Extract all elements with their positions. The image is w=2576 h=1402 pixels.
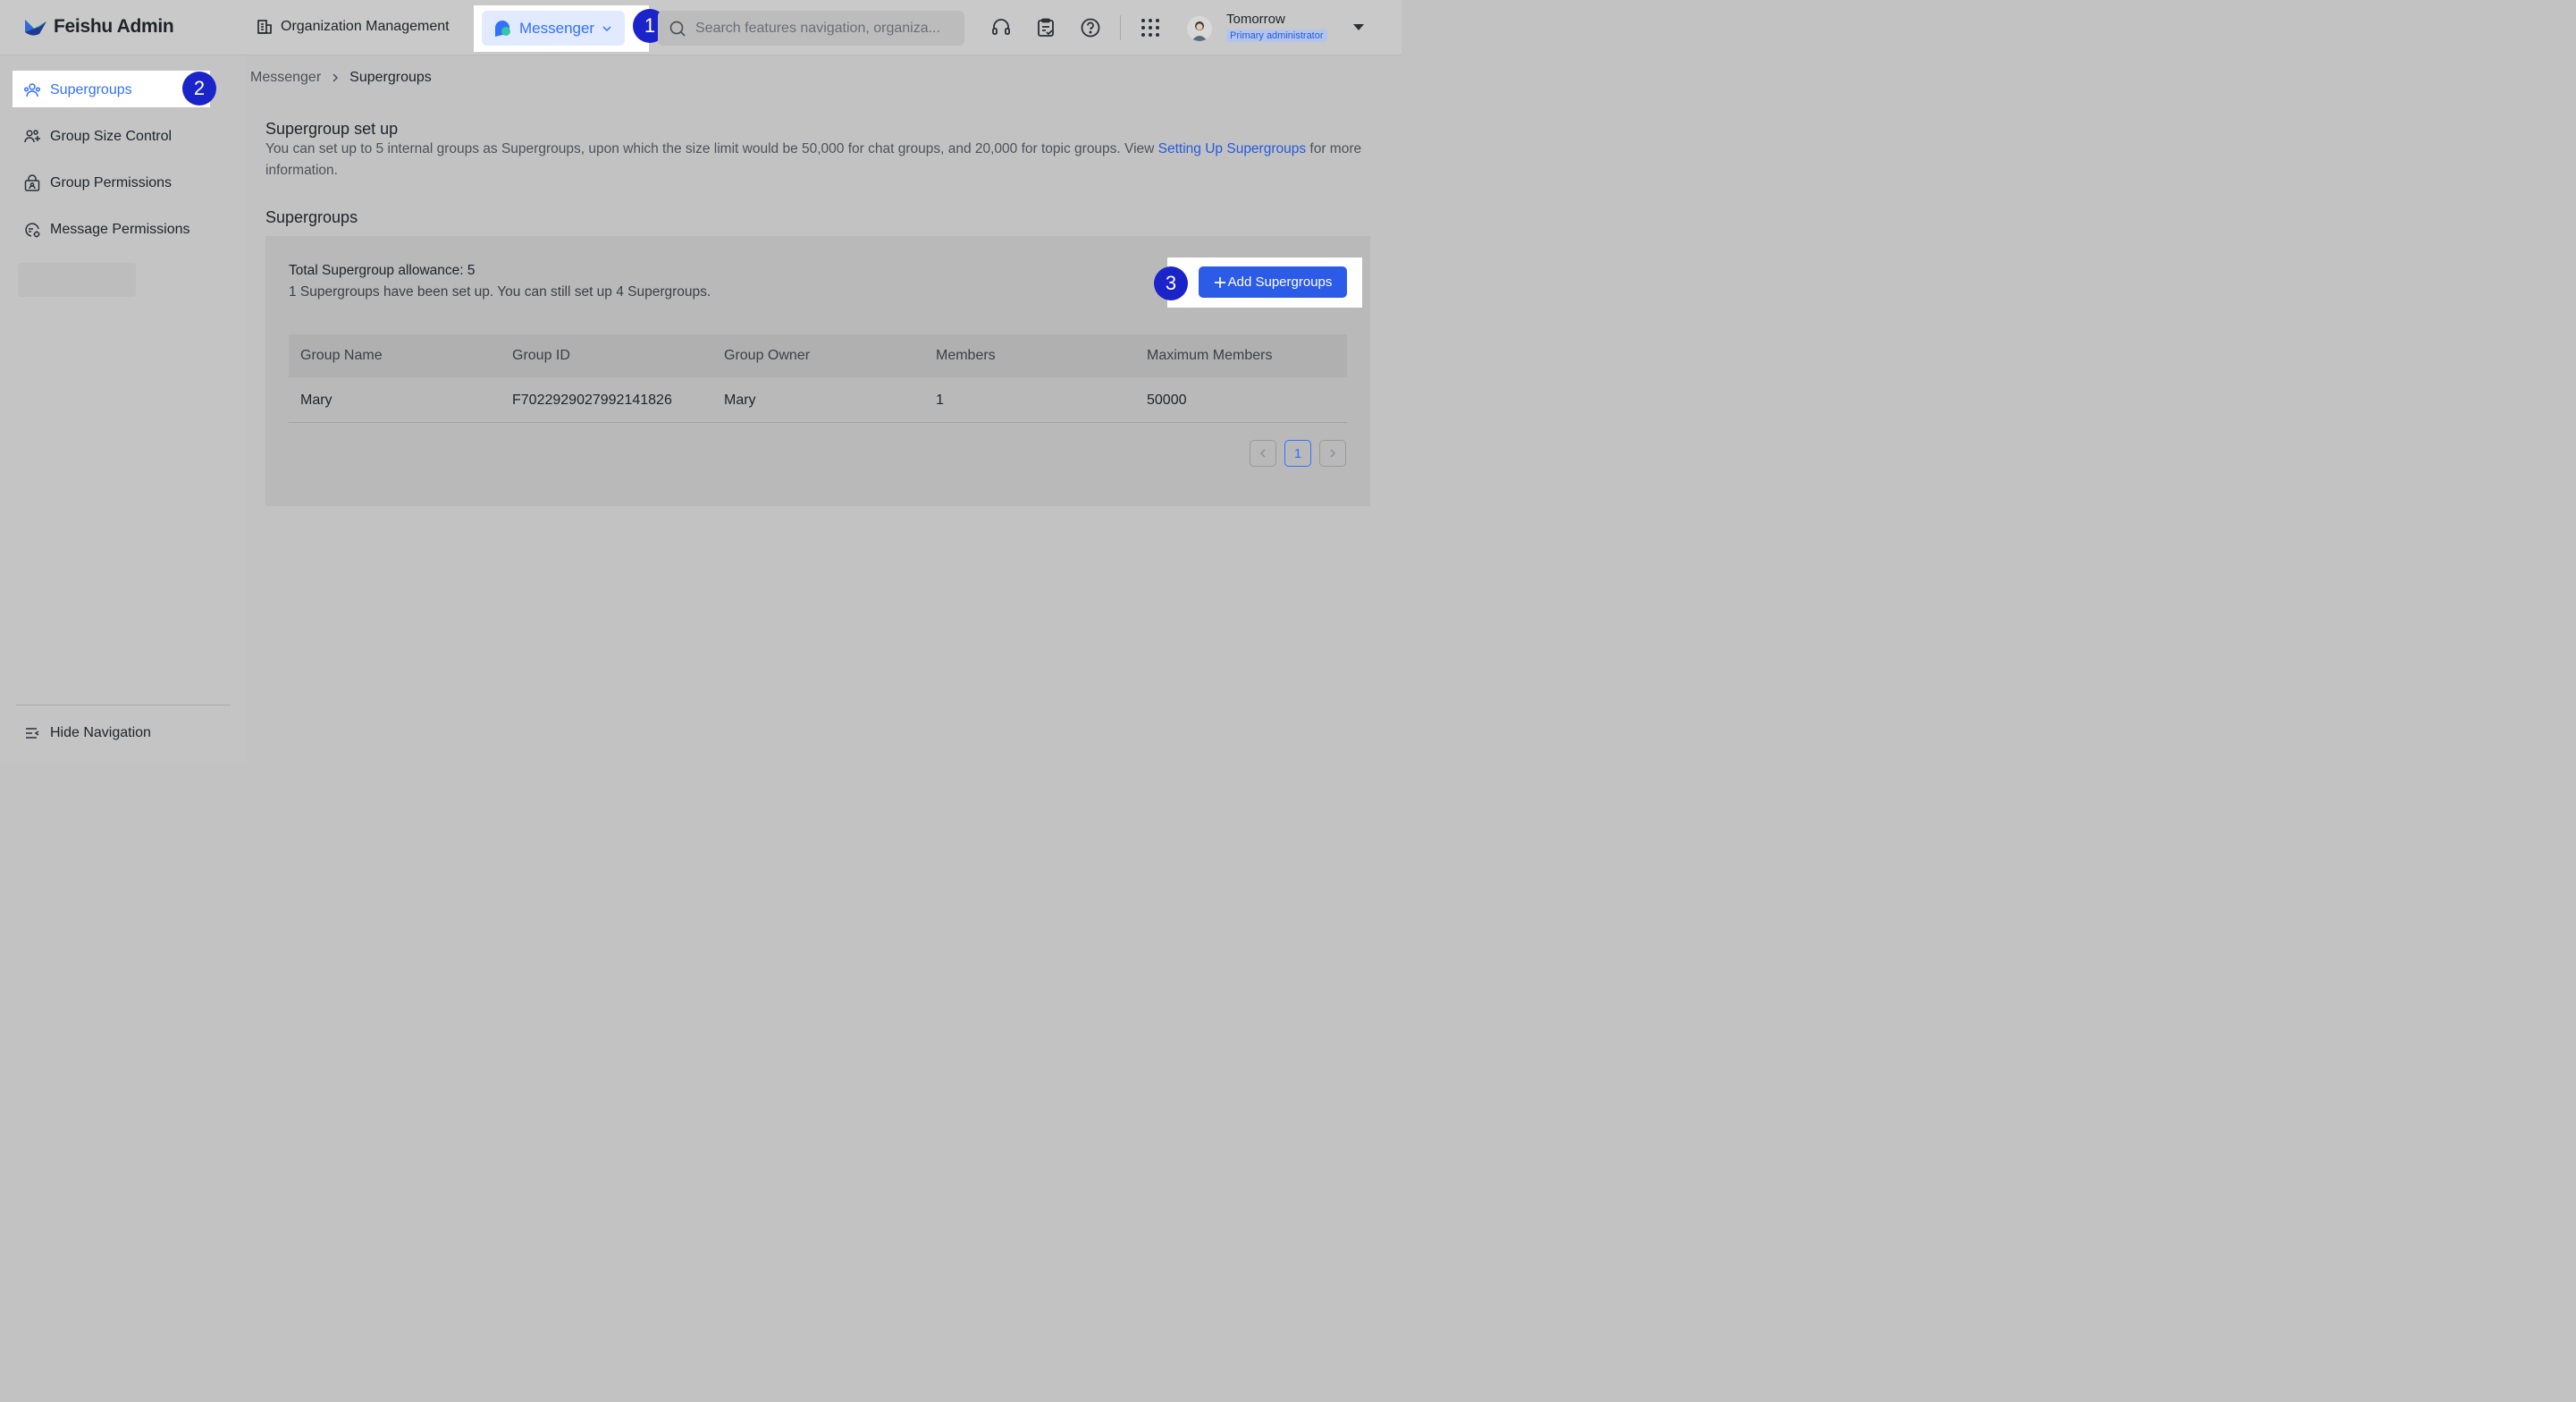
breadcrumb: Messenger Supergroups [250,70,432,86]
collapse-nav-icon [26,728,39,739]
sidebar-item-label: Group Size Control [50,129,173,144]
nav-messenger-tab[interactable]: Messenger [482,11,625,46]
brand-logo[interactable]: Feishu Admin [23,16,174,38]
sidebar-item-supergroups[interactable]: Supergroups [23,80,132,101]
setup-desc-text: You can set up to 5 internal groups as S… [265,141,1158,156]
account-menu-caret-icon[interactable] [1353,24,1364,30]
column-header-maximum-members: Maximum Members [1147,348,1273,363]
column-header-group-id: Group ID [512,348,570,363]
brand-name: Feishu Admin [54,16,174,37]
top-bar: Feishu Admin Organization Management Mes… [0,0,1402,55]
sidebar-item-label: Group Permissions [50,175,173,190]
chevron-down-icon [602,25,611,31]
help-icon[interactable] [1080,17,1101,38]
clipboard-check-icon[interactable] [1035,17,1056,38]
chevron-right-icon [333,73,339,82]
allowance-status: 1 Supergroups have been set up. You can … [289,284,711,300]
user-name: Tomorrow [1226,12,1285,27]
feishu-logo-icon [25,20,46,36]
avatar[interactable] [1187,16,1212,41]
building-icon [257,20,272,34]
search-box[interactable] [658,11,964,46]
sidebar-item-group-size-control[interactable]: Group Size Control [23,126,172,148]
column-header-members: Members [936,348,996,363]
sidebar-item-group-permissions[interactable]: Group Permissions [23,173,172,194]
cell-group-id: F7022929027992141826 [512,393,672,408]
nav-messenger-label: Messenger [519,19,595,37]
plus-icon [1214,276,1225,288]
sidebar-item-label: Message Permissions [50,222,190,237]
allowance-text: Total Supergroup allowance: 5 [289,263,476,278]
sidebar [0,55,246,764]
search-input[interactable] [695,20,946,37]
sidebar-item-label: Supergroups [50,82,132,97]
setting-up-supergroups-link[interactable]: Setting Up Supergroups [1158,141,1306,156]
nav-organization-management-label: Organization Management [281,19,450,34]
table-header: Group Name Group ID Group Owner Members … [289,334,1347,377]
supergroup-icon [23,83,41,97]
add-supergroups-label: Add Supergroups [1227,274,1333,290]
column-header-group-name: Group Name [300,348,383,363]
search-icon [669,21,686,37]
user-role-badge: Primary administrator [1226,30,1327,42]
group-size-icon [24,130,40,143]
breadcrumb-parent[interactable]: Messenger [250,70,321,86]
chevron-left-icon [1259,449,1266,458]
column-header-group-owner: Group Owner [724,348,811,363]
pagination-page-1[interactable]: 1 [1284,440,1311,467]
supergroups-section-title: Supergroups [265,208,358,226]
step-badge-3: 3 [1154,266,1188,300]
topbar-divider [1120,15,1121,40]
pagination-next-button[interactable] [1319,440,1346,467]
breadcrumb-current: Supergroups [349,70,432,85]
hide-navigation-button[interactable]: Hide Navigation [23,722,151,744]
setup-description: You can set up to 5 internal groups as S… [265,139,1369,182]
cell-maximum-members: 50000 [1147,393,1187,408]
sidebar-item-message-permissions[interactable]: Message Permissions [23,219,190,241]
table-row[interactable]: Mary F7022929027992141826 Mary 1 50000 [289,379,1347,423]
chevron-right-icon [1330,449,1336,458]
user-avatar-icon [1191,21,1208,41]
lock-group-icon [24,174,40,191]
setup-title: Supergroup set up [265,120,399,138]
sidebar-placeholder [18,263,136,297]
cell-members: 1 [936,393,944,408]
apps-grid-icon[interactable] [1140,17,1161,38]
pagination-prev-button[interactable] [1250,440,1276,467]
cell-group-name: Mary [300,393,333,408]
nav-organization-management[interactable]: Organization Management [256,18,450,36]
hide-navigation-label: Hide Navigation [50,725,151,740]
add-supergroups-button[interactable]: Add Supergroups [1199,266,1347,298]
messenger-icon [495,20,510,37]
cell-group-owner: Mary [724,393,756,408]
step-badge-2: 2 [182,72,216,106]
headset-support-icon[interactable] [990,17,1012,38]
message-permission-icon [25,223,40,238]
